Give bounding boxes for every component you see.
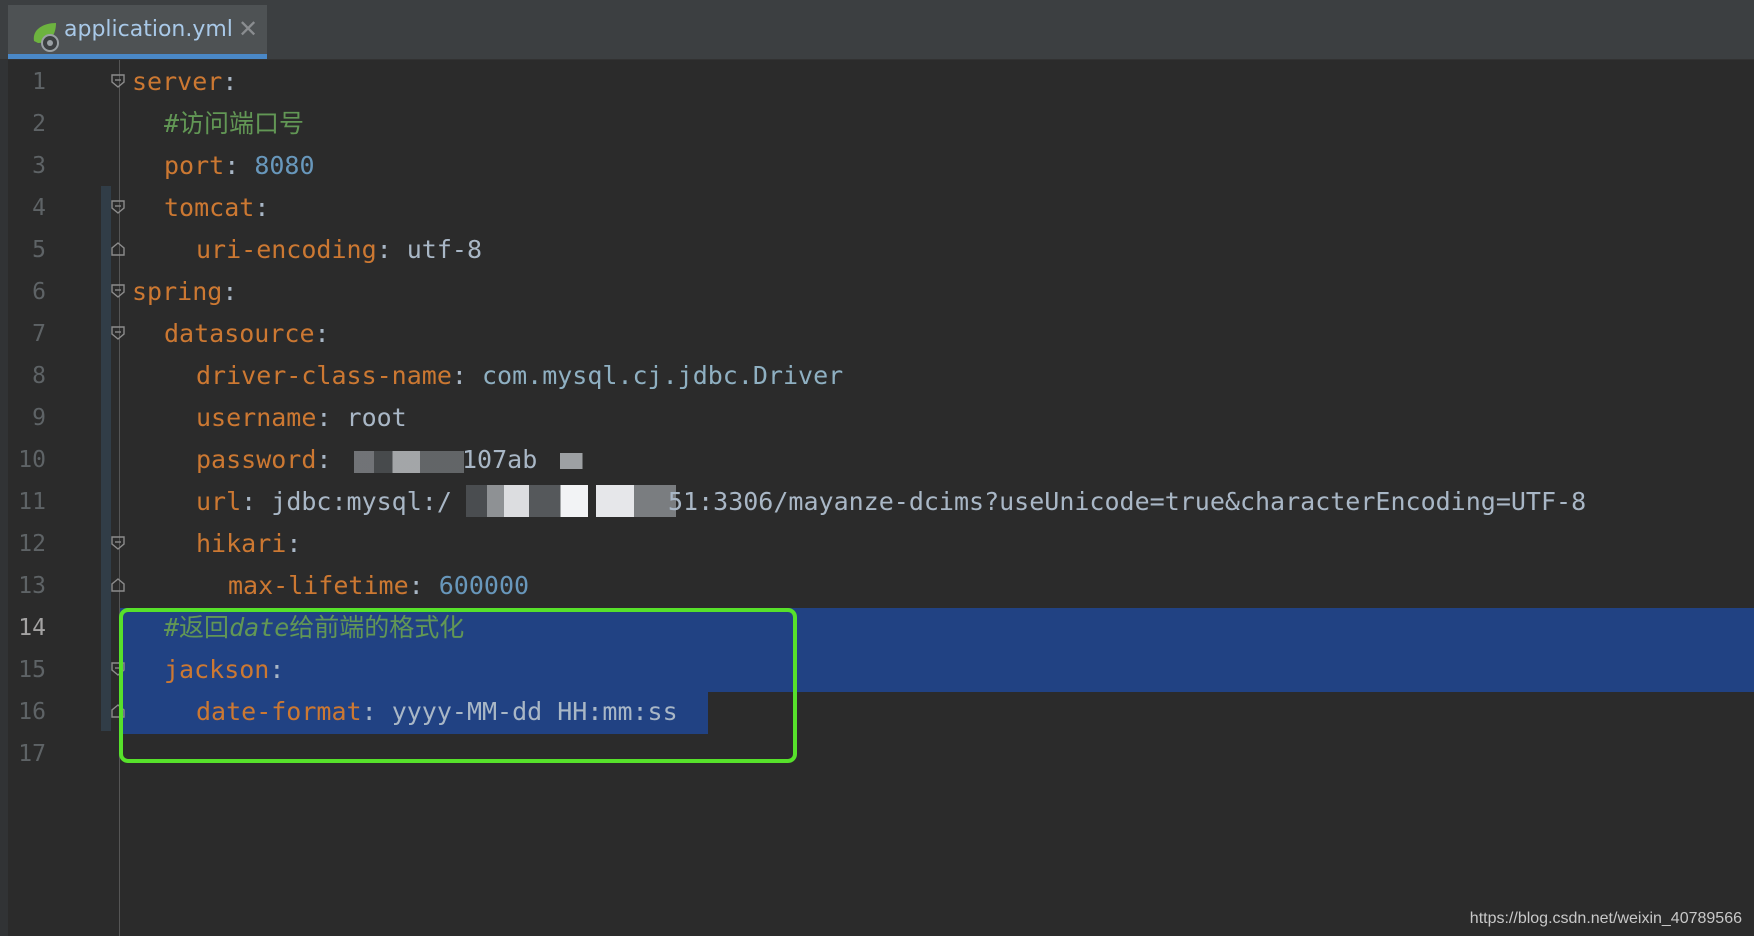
- code-line-5[interactable]: 5 uri-encoding: utf-8: [0, 229, 1754, 271]
- yaml-comment: #访问端口号: [164, 109, 305, 138]
- yaml-key: server: [132, 67, 223, 96]
- annotation-highlight-box: [119, 608, 797, 763]
- tab-label: application.yml: [64, 17, 233, 42]
- yaml-colon: :: [241, 487, 272, 516]
- yaml-key: spring: [132, 277, 223, 306]
- line-number: 1: [32, 69, 46, 95]
- code-editor[interactable]: 1 server: 2 #访问端口号 3 port: 8080 4 tomcat…: [0, 60, 1754, 936]
- yaml-key: port: [164, 151, 225, 180]
- fold-open-icon[interactable]: [111, 284, 125, 298]
- redaction-block: [354, 451, 464, 473]
- code-line-8[interactable]: 8 driver-class-name: com.mysql.cj.jdbc.D…: [0, 355, 1754, 397]
- yaml-colon: :: [316, 403, 347, 432]
- yaml-colon: :: [451, 361, 482, 390]
- line-number: 11: [18, 489, 46, 515]
- fold-open-icon[interactable]: [111, 200, 125, 214]
- yaml-key: tomcat: [164, 193, 255, 222]
- line-number: 16: [18, 699, 46, 725]
- code-line-1[interactable]: 1 server:: [0, 61, 1754, 103]
- fold-open-icon[interactable]: [111, 326, 125, 340]
- code-line-4[interactable]: 4 tomcat:: [0, 187, 1754, 229]
- yaml-colon: :: [222, 277, 238, 306]
- line-number: 2: [32, 111, 46, 137]
- yaml-value: com.mysql.cj.jdbc.Driver: [481, 361, 844, 390]
- yaml-colon: :: [286, 529, 302, 558]
- code-line-10[interactable]: 10 password: 107ab: [0, 439, 1754, 481]
- yaml-key: driver-class-name: [196, 361, 452, 390]
- yaml-value-part-1: jdbc:mysql:/: [271, 487, 452, 516]
- fold-open-icon[interactable]: [111, 536, 125, 550]
- code-line-2[interactable]: 2 #访问端口号: [0, 103, 1754, 145]
- yaml-colon: :: [222, 67, 238, 96]
- redaction-block: [560, 453, 616, 469]
- yaml-colon: :: [254, 193, 270, 222]
- yaml-key: password: [196, 445, 317, 474]
- yaml-key: uri-encoding: [196, 235, 377, 264]
- line-number: 6: [32, 279, 46, 305]
- tab-application-yml[interactable]: application.yml ✕: [8, 5, 267, 59]
- code-line-7[interactable]: 7 datasource:: [0, 313, 1754, 355]
- code-line-12[interactable]: 12 hikari:: [0, 523, 1754, 565]
- yaml-colon: :: [376, 235, 407, 264]
- yaml-value: 8080: [254, 151, 315, 180]
- yaml-key: username: [196, 403, 317, 432]
- line-number: 8: [32, 363, 46, 389]
- yaml-colon: :: [224, 151, 255, 180]
- yaml-colon: :: [314, 319, 330, 348]
- line-number: 7: [32, 321, 46, 347]
- line-number: 5: [32, 237, 46, 263]
- line-number: 13: [18, 573, 46, 599]
- code-line-11[interactable]: 11 url: jdbc:mysql:/ 51:3306/mayanze-dci…: [0, 481, 1754, 523]
- line-number-current: 14: [18, 615, 46, 641]
- code-line-9[interactable]: 9 username: root: [0, 397, 1754, 439]
- fold-end-icon[interactable]: [111, 578, 125, 592]
- yaml-colon: :: [316, 445, 347, 474]
- watermark: https://blog.csdn.net/weixin_40789566: [1469, 910, 1742, 927]
- yaml-key: url: [196, 487, 242, 516]
- editor-tab-bar: application.yml ✕: [0, 0, 1754, 60]
- yaml-value-part-2: 51:3306/mayanze-dcims?useUnicode=true&ch…: [668, 487, 1587, 516]
- line-number: 15: [18, 657, 46, 683]
- yaml-colon: :: [408, 571, 439, 600]
- line-number: 10: [18, 447, 46, 473]
- redaction-block: [466, 485, 676, 517]
- close-icon[interactable]: ✕: [238, 15, 258, 43]
- yaml-value: 600000: [438, 571, 530, 600]
- yaml-key: max-lifetime: [228, 571, 409, 600]
- fold-end-icon[interactable]: [111, 242, 125, 256]
- line-number: 9: [32, 405, 46, 431]
- yaml-key: hikari: [196, 529, 287, 558]
- line-number: 12: [18, 531, 46, 557]
- line-number: 17: [18, 741, 46, 767]
- code-line-3[interactable]: 3 port: 8080: [0, 145, 1754, 187]
- code-line-6[interactable]: 6 spring:: [0, 271, 1754, 313]
- yaml-value: utf-8: [406, 235, 482, 264]
- line-number: 4: [32, 195, 46, 221]
- spring-leaf-gear-icon: [33, 23, 59, 52]
- fold-open-icon[interactable]: [111, 74, 125, 88]
- yaml-value: root: [346, 403, 407, 432]
- code-line-13[interactable]: 13 max-lifetime: 600000: [0, 565, 1754, 607]
- yaml-value-partial: 107ab: [462, 445, 538, 474]
- yaml-key: datasource: [164, 319, 315, 348]
- line-number: 3: [32, 153, 46, 179]
